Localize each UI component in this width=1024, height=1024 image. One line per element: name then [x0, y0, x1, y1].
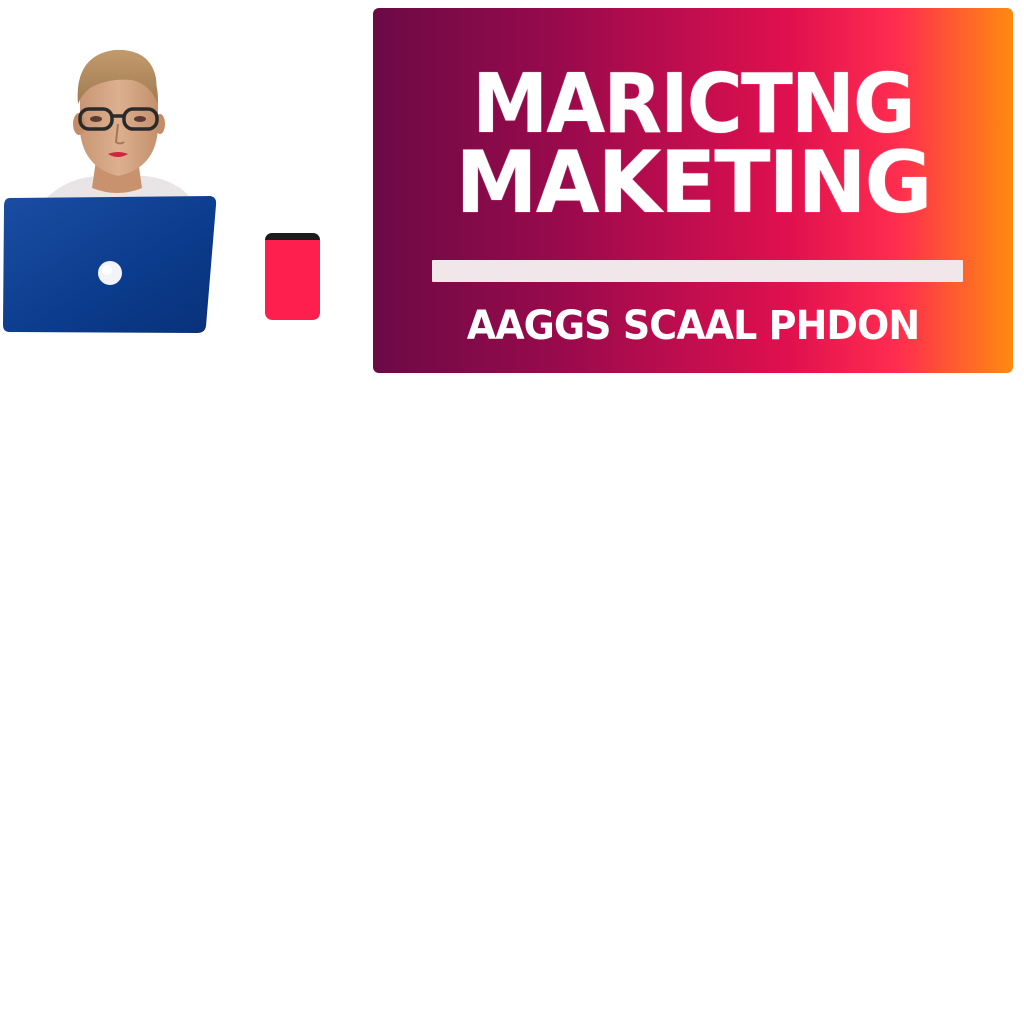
- person-svg: [3, 49, 217, 333]
- banner-subtitle: AAGGS SCAAL PHDON: [466, 303, 920, 349]
- eye-right: [134, 116, 146, 122]
- marketing-banner: MARICTNG MAKETING AAGGS SCAAL PHDON: [373, 8, 1013, 373]
- phone-icon: [265, 233, 320, 320]
- person-illustration: [0, 0, 240, 340]
- canvas: MARICTNG MAKETING AAGGS SCAAL PHDON: [0, 0, 1024, 1024]
- phone-body: [265, 240, 320, 320]
- banner-title-line-2: MAKETING: [455, 133, 933, 233]
- laptop-icon: [3, 196, 217, 333]
- banner-divider: [432, 260, 963, 282]
- eye-left: [90, 116, 102, 122]
